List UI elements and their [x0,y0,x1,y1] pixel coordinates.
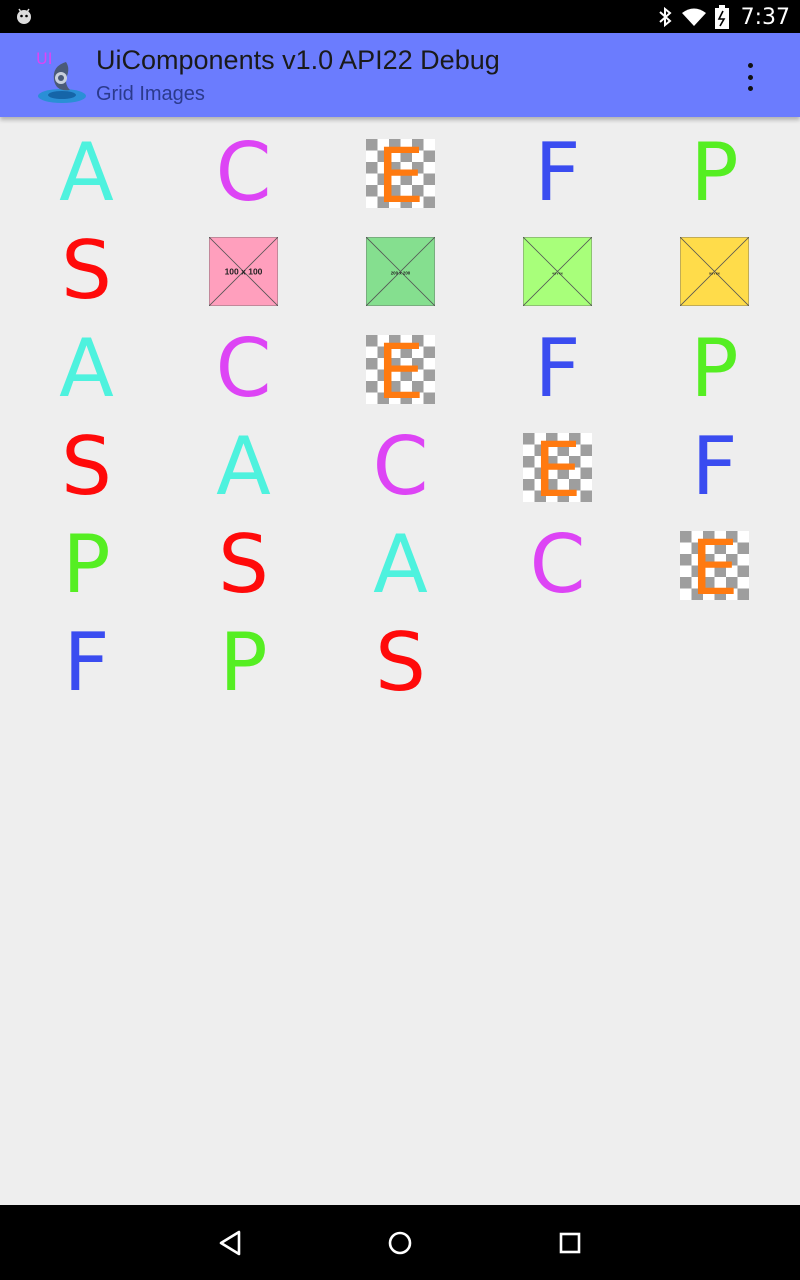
grid-item[interactable]: 100 x 100 [165,222,322,320]
checker-letter-image: E [366,334,435,404]
checker-letter-image: E [523,432,592,502]
grid-item[interactable]: F [479,320,636,418]
grid-item[interactable]: A [8,320,165,418]
app-title: UiComponents v1.0 API22 Debug [96,45,500,75]
grid-item[interactable]: P [165,614,322,712]
placeholder-label: 800 x 800 [709,272,720,275]
grid-item[interactable]: E [636,516,793,614]
app-bar: UI UiComponents v1.0 API22 Debug Grid Im… [0,33,800,117]
grid-item[interactable]: A [8,124,165,222]
grid-letter: P [219,616,268,709]
placeholder-image: 200 x 200 [366,236,435,306]
grid-letter: A [373,518,428,611]
placeholder-label: 200 x 200 [391,270,411,275]
grid-item[interactable]: E [479,418,636,516]
grid-item[interactable]: F [636,418,793,516]
grid-letter: S [61,420,112,513]
placeholder-label: 100 x 100 [225,266,263,276]
grid-letter: F [691,420,738,513]
grid-letter: P [690,126,739,219]
grid-item[interactable]: C [322,418,479,516]
grid-item[interactable]: 400 x 400 [479,222,636,320]
grid-letter: S [218,518,269,611]
grid-letter: A [216,420,271,513]
grid-item[interactable]: P [636,320,793,418]
status-bar: 7:37 [0,0,800,33]
grid-item[interactable]: A [322,516,479,614]
grid-letter: S [61,224,112,317]
grid-letter: F [63,616,110,709]
android-icon [17,8,31,24]
grid-letter: C [215,322,272,415]
checker-letter-image: E [366,138,435,208]
placeholder-label: 400 x 400 [552,272,563,275]
grid-letter: A [59,322,114,415]
grid-item[interactable]: P [8,516,165,614]
overflow-menu-icon[interactable] [738,61,762,93]
placeholder-image: 100 x 100 [209,236,278,306]
back-icon[interactable] [215,1227,247,1259]
grid-letter: P [690,322,739,415]
grid-letter: C [529,518,586,611]
grid-item[interactable]: S [8,418,165,516]
grid-item[interactable]: S [165,516,322,614]
grid-item[interactable]: P [636,124,793,222]
grid-item[interactable]: C [165,124,322,222]
grid-item[interactable]: 200 x 200 [322,222,479,320]
grid-letter: C [215,126,272,219]
grid-item[interactable]: C [165,320,322,418]
grid-item[interactable]: 800 x 800 [636,222,793,320]
grid-letter: S [375,616,426,709]
checker-letter: E [533,433,581,502]
grid-letter: P [62,518,111,611]
grid-item[interactable]: F [479,124,636,222]
home-icon[interactable] [384,1227,416,1259]
checker-letter: E [376,139,424,208]
checker-letter-image: E [680,530,749,600]
placeholder-image: 400 x 400 [523,236,592,306]
grid-item[interactable]: C [479,516,636,614]
grid-item[interactable]: S [322,614,479,712]
battery-icon [714,5,729,29]
app-logo-icon: UI [36,49,86,103]
recents-icon[interactable] [554,1227,586,1259]
checker-letter: E [376,335,424,404]
grid-letter: F [534,322,581,415]
status-icons: 7:37 [657,4,790,30]
grid-letter: C [372,420,429,513]
bluetooth-icon [658,6,672,28]
placeholder-image: 800 x 800 [680,236,749,306]
grid-item[interactable]: E [322,320,479,418]
checker-letter: E [690,531,738,600]
wifi-icon [681,8,706,26]
app-logo-text: UI [36,49,52,68]
grid-item[interactable]: S [8,222,165,320]
grid-item[interactable]: E [322,124,479,222]
navigation-bar [0,1205,800,1280]
grid-item[interactable]: A [165,418,322,516]
grid-letter: A [59,126,114,219]
status-time: 7:37 [740,4,790,30]
grid-letter: F [534,126,581,219]
grid-item[interactable]: F [8,614,165,712]
app-subtitle: Grid Images [96,83,205,105]
